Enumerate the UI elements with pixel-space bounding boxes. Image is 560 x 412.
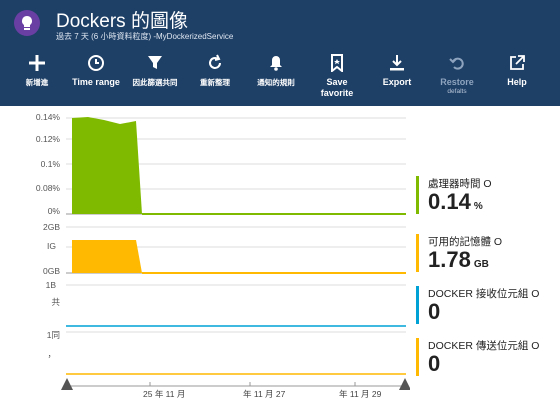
metric-value: 0	[428, 299, 441, 324]
metric-value-row: 0	[428, 351, 443, 377]
memory-tick-label: 2GB	[42, 222, 60, 232]
metric-color-bar	[416, 338, 419, 376]
restore-label: Restore	[440, 77, 474, 87]
save-favorite-label: Save favorite	[320, 77, 354, 98]
metric-color-bar	[416, 176, 419, 214]
metric-value: 1.78	[428, 247, 471, 272]
metric-value-row: 0.14%	[428, 189, 483, 215]
metric-value: 0.14	[428, 189, 471, 214]
metric-color-bar	[416, 286, 419, 324]
header: Dockers 的圖像 過去 7 天 (6 小時資料粒度) -MyDockeri…	[0, 0, 560, 106]
metrics-chart	[0, 106, 411, 407]
range-handle-left	[61, 378, 73, 390]
bookmark-icon	[331, 54, 343, 72]
metric-name: DOCKER 傳送位元組 O	[428, 340, 540, 352]
x-axis-label: 25 年 11 月	[143, 389, 186, 399]
undo-icon	[449, 57, 464, 70]
add-button-label: 新增進	[25, 78, 49, 87]
alerts-button[interactable]: 通知的規則	[241, 54, 311, 88]
help-button[interactable]: Help	[482, 54, 552, 88]
page-subtitle: 過去 7 天 (6 小時資料粒度) -MyDockerizedService	[56, 32, 234, 41]
refresh-button[interactable]: 重新整理	[180, 54, 250, 88]
memory-tick-label: 0GB	[42, 266, 60, 276]
funnel-icon	[148, 56, 162, 69]
external-link-icon	[510, 55, 525, 70]
metric-color-bar	[416, 234, 419, 272]
cpu-tick-label: 0.08%	[35, 183, 60, 193]
tx-tick-label: ，	[47, 349, 56, 359]
metric-value-row: 0	[428, 299, 443, 325]
cpu-area	[72, 117, 142, 214]
restore-sub-label: defalts	[447, 88, 467, 95]
x-axis-label: 年 11 月 29	[339, 389, 382, 399]
rx-tick-label: 1B	[45, 280, 56, 290]
x-axis-label: 年 11 月 27	[243, 389, 286, 399]
refresh-label: 重新整理	[200, 78, 230, 87]
download-icon	[390, 55, 404, 71]
chart-svg	[61, 117, 411, 390]
metric-value: 0	[428, 351, 441, 376]
metric-name: DOCKER 接收位元組 O	[428, 288, 540, 300]
cpu-tick-label: 0.14%	[35, 112, 60, 122]
bell-icon	[270, 56, 282, 71]
help-label: Help	[507, 77, 527, 87]
rx-tick-label: 共	[51, 297, 60, 307]
cpu-tick-label: 0.1%	[40, 159, 60, 169]
clock-icon	[88, 55, 104, 71]
memory-area	[72, 240, 142, 273]
toolbar: 新增進 Time range 因此篩選共同 重新整理 通知的規則 Save fa…	[0, 54, 560, 106]
memory-tick-label: IG	[47, 241, 56, 251]
filter-label: 因此篩選共同	[132, 78, 178, 87]
cpu-tick-label: 0.12%	[35, 134, 60, 144]
metric-unit: %	[473, 201, 483, 212]
page-title: Dockers 的圖像	[56, 11, 188, 32]
metric-value-row: 1.78 GB	[428, 247, 489, 273]
lightbulb-icon	[14, 10, 40, 36]
refresh-icon	[209, 54, 221, 69]
metric-unit: GB	[473, 259, 489, 270]
time-range-label: Time range	[72, 77, 120, 87]
alerts-label: 通知的規則	[257, 78, 295, 87]
cpu-tick-label: 0%	[47, 206, 60, 216]
range-handle-right	[399, 378, 411, 390]
export-label: Export	[382, 77, 412, 87]
tx-tick-label: 1同	[46, 330, 60, 340]
plus-icon	[29, 55, 45, 71]
